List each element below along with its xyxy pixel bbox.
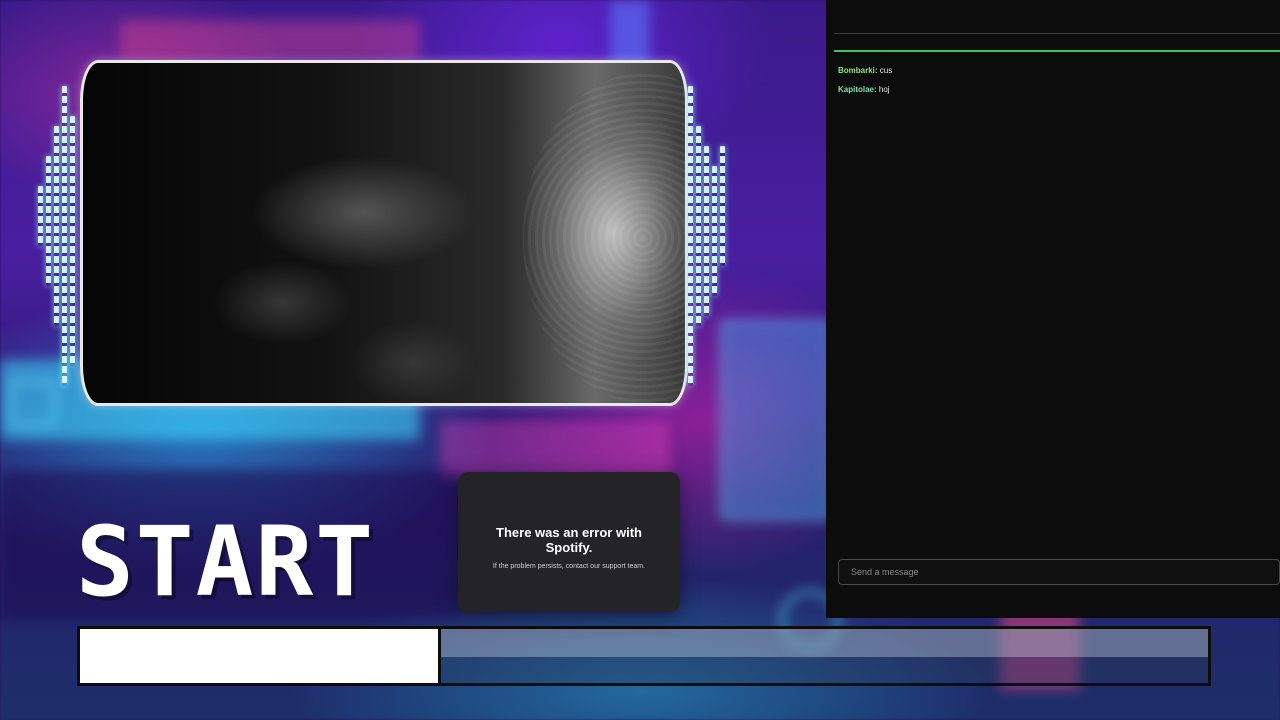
chat-header-divider [834,33,1280,34]
chat-message: Kapitolae: hoj [838,85,890,94]
background-light [120,20,420,60]
chat-username[interactable]: Bombarki [838,66,875,75]
equalizer-left [36,86,76,386]
chat-message-text: hoj [878,85,890,94]
start-title: START [76,506,375,618]
chat-message-text: cus [879,66,893,75]
chat-message-list: Bombarki: cus Kapitolae: hoj [838,66,1268,104]
equalizer-bar [712,166,717,296]
equalizer-bar [38,186,43,246]
loading-progress-bar [77,626,1211,686]
equalizer-bar [720,146,725,266]
webcam-feed [80,60,688,406]
equalizer-bar [70,116,75,366]
equalizer-bar [704,146,709,316]
chat-panel: Bombarki: cus Kapitolae: hoj [826,0,1280,618]
equalizer-bar [696,126,701,326]
equalizer-right [686,86,726,386]
toast-subtitle: If the problem persists, contact our sup… [492,562,646,570]
equalizer-bar [62,86,67,386]
webcam-overlay [36,56,726,412]
equalizer-bar [46,156,51,286]
chat-username[interactable]: Kapitolae [838,85,874,94]
equalizer-bar [688,86,693,386]
background-light [440,420,670,480]
spotify-error-toast: There was an error with Spotify. If the … [458,472,680,612]
progress-fill [80,629,441,683]
equalizer-bar [54,126,59,326]
toast-title: There was an error with Spotify. [496,524,642,555]
chat-accent-line [834,50,1280,52]
webcam-blur [523,73,685,403]
chat-message-input[interactable] [838,559,1280,585]
background-window [720,320,830,520]
chat-message: Bombarki: cus [838,66,893,75]
